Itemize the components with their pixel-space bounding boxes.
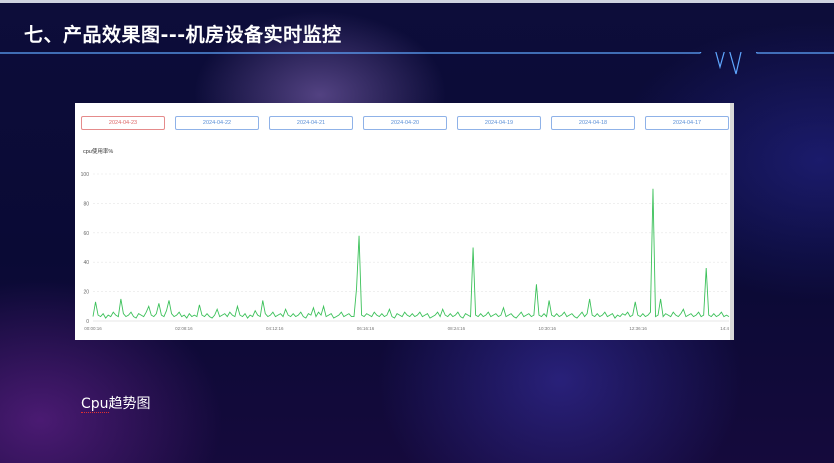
x-tick-label: 00:00:16 — [84, 326, 102, 331]
slide-caption: Cpu趋势图 — [81, 393, 151, 413]
x-tick-label: 08:24:16 — [448, 326, 466, 331]
y-tick-label: 40 — [83, 260, 89, 266]
slide-title: 七、产品效果图---机房设备实时监控 — [24, 24, 342, 46]
x-tick-label: 10:30:16 — [539, 326, 557, 331]
date-tab[interactable]: 2024-04-23 — [81, 116, 165, 130]
y-tick-label: 80 — [83, 201, 89, 207]
date-tab[interactable]: 2024-04-17 — [645, 116, 729, 130]
cpu-usage-line-chart: 0 20 40 60 80 100 00:00:16 02:08:16 04:12:16 06:1… — [81, 172, 730, 331]
caption-prefix: Cpu — [81, 396, 109, 413]
x-tick-label: 04:12:16 — [266, 326, 284, 331]
x-tick-label: 12:36:16 — [629, 326, 647, 331]
y-tick-label: 100 — [81, 172, 90, 178]
cpu-usage-series-line — [92, 188, 730, 319]
date-tab[interactable]: 2024-04-22 — [175, 116, 259, 130]
monitor-screenshot-panel: 2024-04-23 2024-04-22 2024-04-21 2024-04… — [75, 103, 734, 340]
x-tick-label: 14:4 — [720, 326, 729, 331]
chart-title: cpu使用率% — [83, 149, 114, 155]
date-tab[interactable]: 2024-04-20 — [363, 116, 447, 130]
date-tab-bar: 2024-04-23 2024-04-22 2024-04-21 2024-04… — [81, 116, 729, 131]
heartbeat-decoration-icon — [0, 52, 834, 75]
date-tab[interactable]: 2024-04-19 — [457, 116, 541, 130]
y-tick-label: 60 — [83, 231, 89, 237]
y-tick-label: 20 — [83, 290, 89, 296]
date-tab[interactable]: 2024-04-18 — [551, 116, 635, 130]
caption-suffix: 趋势图 — [108, 396, 151, 412]
slide-top-border — [0, 0, 834, 3]
x-tick-label: 06:16:16 — [357, 326, 375, 331]
date-tab[interactable]: 2024-04-21 — [269, 116, 353, 130]
y-tick-label: 0 — [86, 319, 89, 325]
x-tick-label: 02:08:16 — [175, 326, 193, 331]
